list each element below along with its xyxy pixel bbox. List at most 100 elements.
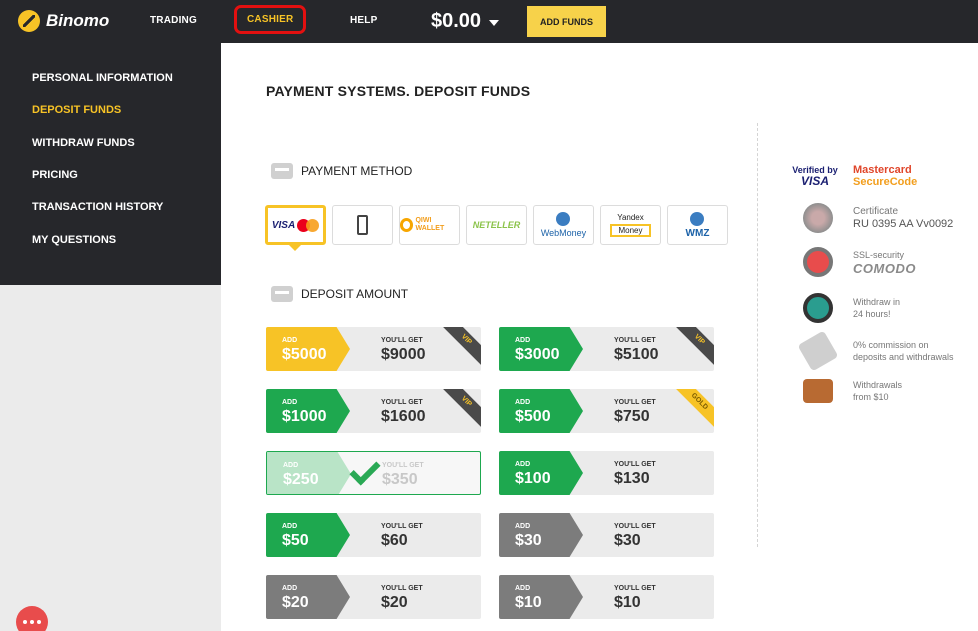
deposit-add-block: ADD $50 <box>266 513 350 557</box>
visa-mastercard-logo: VISA <box>272 218 320 232</box>
yandex-money-label: Money <box>610 224 651 237</box>
deposit-amount-heading: DEPOSIT AMOUNT <box>271 286 408 302</box>
get-amount: $20 <box>381 594 408 611</box>
balance-dropdown[interactable]: $0.00 <box>431 10 500 33</box>
add-funds-button[interactable]: ADD FUNDS <box>527 6 606 37</box>
sidebar-item-my-questions[interactable]: MY QUESTIONS <box>32 234 116 246</box>
payment-method-qiwi[interactable]: QIWI WALLET <box>399 205 460 245</box>
deposit-option[interactable]: ADD $50 YOU'LL GET $60 <box>266 513 481 557</box>
vip-badge: VIP <box>669 327 714 370</box>
sidebar-item-personal-information[interactable]: PERSONAL INFORMATION <box>32 72 173 84</box>
padlock-icon <box>803 247 833 277</box>
wallet-icon <box>803 379 833 403</box>
add-amount: $100 <box>515 470 551 487</box>
deposit-add-block: ADD $20 <box>266 575 350 619</box>
commission-badge: 0% commission on deposits and withdrawal… <box>791 330 954 372</box>
qiwi-logo: QIWI WALLET <box>400 217 459 233</box>
withdraw-time-line1: Withdraw in <box>853 297 901 307</box>
deposit-option[interactable]: ADD $3000 YOU'LL GET $5100 VIP <box>499 327 714 371</box>
deposit-add-block: ADD $30 <box>499 513 583 557</box>
chevron-down-icon <box>489 19 500 26</box>
commission-line1: 0% commission on <box>853 340 929 350</box>
add-label: ADD <box>515 523 531 530</box>
payment-method-webmoney[interactable]: WebMoney <box>533 205 594 245</box>
visa-verified-brand: VISA <box>800 173 829 188</box>
wmz-logo: WMZ <box>686 211 709 239</box>
get-amount: $5100 <box>614 346 659 363</box>
withdrawals-line2: from $10 <box>853 392 889 402</box>
price-tag-icon <box>797 330 839 372</box>
divider <box>757 123 758 547</box>
get-amount: $10 <box>614 594 641 611</box>
yandex-money-logo: Yandex Money <box>610 213 651 237</box>
chat-dot-icon <box>23 620 27 624</box>
add-amount: $30 <box>515 532 542 549</box>
payment-method-neteller[interactable]: NETELLER <box>466 205 527 245</box>
logo[interactable]: Binomo <box>18 10 109 32</box>
stopwatch-icon <box>803 293 833 323</box>
mobile-phone-icon <box>357 215 368 235</box>
coat-of-arms-icon <box>803 203 833 233</box>
deposit-option[interactable]: ADD $5000 YOU'LL GET $9000 VIP <box>266 327 481 371</box>
sidebar-item-deposit-funds[interactable]: DEPOSIT FUNDS <box>32 104 121 116</box>
get-amount: $60 <box>381 532 408 549</box>
globe-icon <box>690 211 705 226</box>
add-amount: $50 <box>282 532 309 549</box>
nav-cashier[interactable]: CASHIER <box>234 5 307 34</box>
deposit-option-selected[interactable]: ADD $250 YOU'LL GET $350 <box>266 451 481 495</box>
add-label: ADD <box>282 523 298 530</box>
deposit-add-block: ADD $1000 <box>266 389 350 433</box>
withdrawals-badge: Withdrawals from $10 <box>791 379 902 403</box>
deposit-option[interactable]: ADD $10 YOU'LL GET $10 <box>499 575 714 619</box>
get-amount: $350 <box>382 471 418 488</box>
add-amount: $10 <box>515 594 542 611</box>
add-amount: $20 <box>282 594 309 611</box>
deposit-add-block: ADD $500 <box>499 389 583 433</box>
add-label: ADD <box>515 461 531 468</box>
nav-trading[interactable]: TRADING <box>150 15 197 26</box>
card-icon <box>271 163 293 179</box>
deposit-option[interactable]: ADD $30 YOU'LL GET $30 <box>499 513 714 557</box>
deposit-option[interactable]: ADD $1000 YOU'LL GET $1600 VIP <box>266 389 481 433</box>
get-label: YOU'LL GET <box>614 337 656 344</box>
sidebar-item-pricing[interactable]: PRICING <box>32 169 78 181</box>
chat-button[interactable] <box>16 606 48 631</box>
payment-method-wmz[interactable]: WMZ <box>667 205 728 245</box>
add-label: ADD <box>515 337 531 344</box>
add-label: ADD <box>515 585 531 592</box>
payment-method-visa-mastercard[interactable]: VISA <box>265 205 326 251</box>
chat-dot-icon <box>37 620 41 624</box>
gold-badge: GOLD <box>669 389 714 432</box>
webmoney-label: WebMoney <box>540 228 587 238</box>
page-title: PAYMENT SYSTEMS. DEPOSIT FUNDS <box>266 83 531 99</box>
deposit-option[interactable]: ADD $20 YOU'LL GET $20 <box>266 575 481 619</box>
main-content: PAYMENT SYSTEMS. DEPOSIT FUNDS PAYMENT M… <box>221 43 978 631</box>
get-amount: $30 <box>614 532 641 549</box>
comodo-logo: COMODO <box>853 260 916 276</box>
add-label: ADD <box>282 399 298 406</box>
get-amount: $130 <box>614 470 650 487</box>
add-amount: $500 <box>515 408 551 425</box>
mc-text: Mastercard <box>853 164 912 176</box>
yandex-label: Yandex <box>617 213 644 222</box>
certificate-number: RU 0395 AA Vv0092 <box>853 218 954 230</box>
qiwi-label: QIWI WALLET <box>415 217 445 232</box>
certificate-badge: Certificate RU 0395 AA Vv0092 <box>791 203 953 233</box>
add-amount: $250 <box>283 471 319 488</box>
sidebar-item-transaction-history[interactable]: TRANSACTION HISTORY <box>32 201 163 213</box>
payment-method-mobile[interactable] <box>332 205 393 245</box>
mastercard-icon <box>297 218 320 232</box>
deposit-amount-label: DEPOSIT AMOUNT <box>301 287 409 301</box>
deposit-option[interactable]: ADD $100 YOU'LL GET $130 <box>499 451 714 495</box>
payment-method-yandex[interactable]: Yandex Money <box>600 205 661 245</box>
add-amount: $5000 <box>282 346 327 363</box>
get-label: YOU'LL GET <box>382 462 424 469</box>
sidebar-item-withdraw-funds[interactable]: WITHDRAW FUNDS <box>32 137 135 149</box>
get-label: YOU'LL GET <box>381 585 423 592</box>
get-amount: $9000 <box>381 346 426 363</box>
nav-help[interactable]: HELP <box>350 15 377 26</box>
deposit-add-block: ADD $100 <box>499 451 583 495</box>
get-label: YOU'LL GET <box>614 585 656 592</box>
deposit-add-block: ADD $5000 <box>266 327 350 371</box>
deposit-option[interactable]: ADD $500 YOU'LL GET $750 GOLD <box>499 389 714 433</box>
